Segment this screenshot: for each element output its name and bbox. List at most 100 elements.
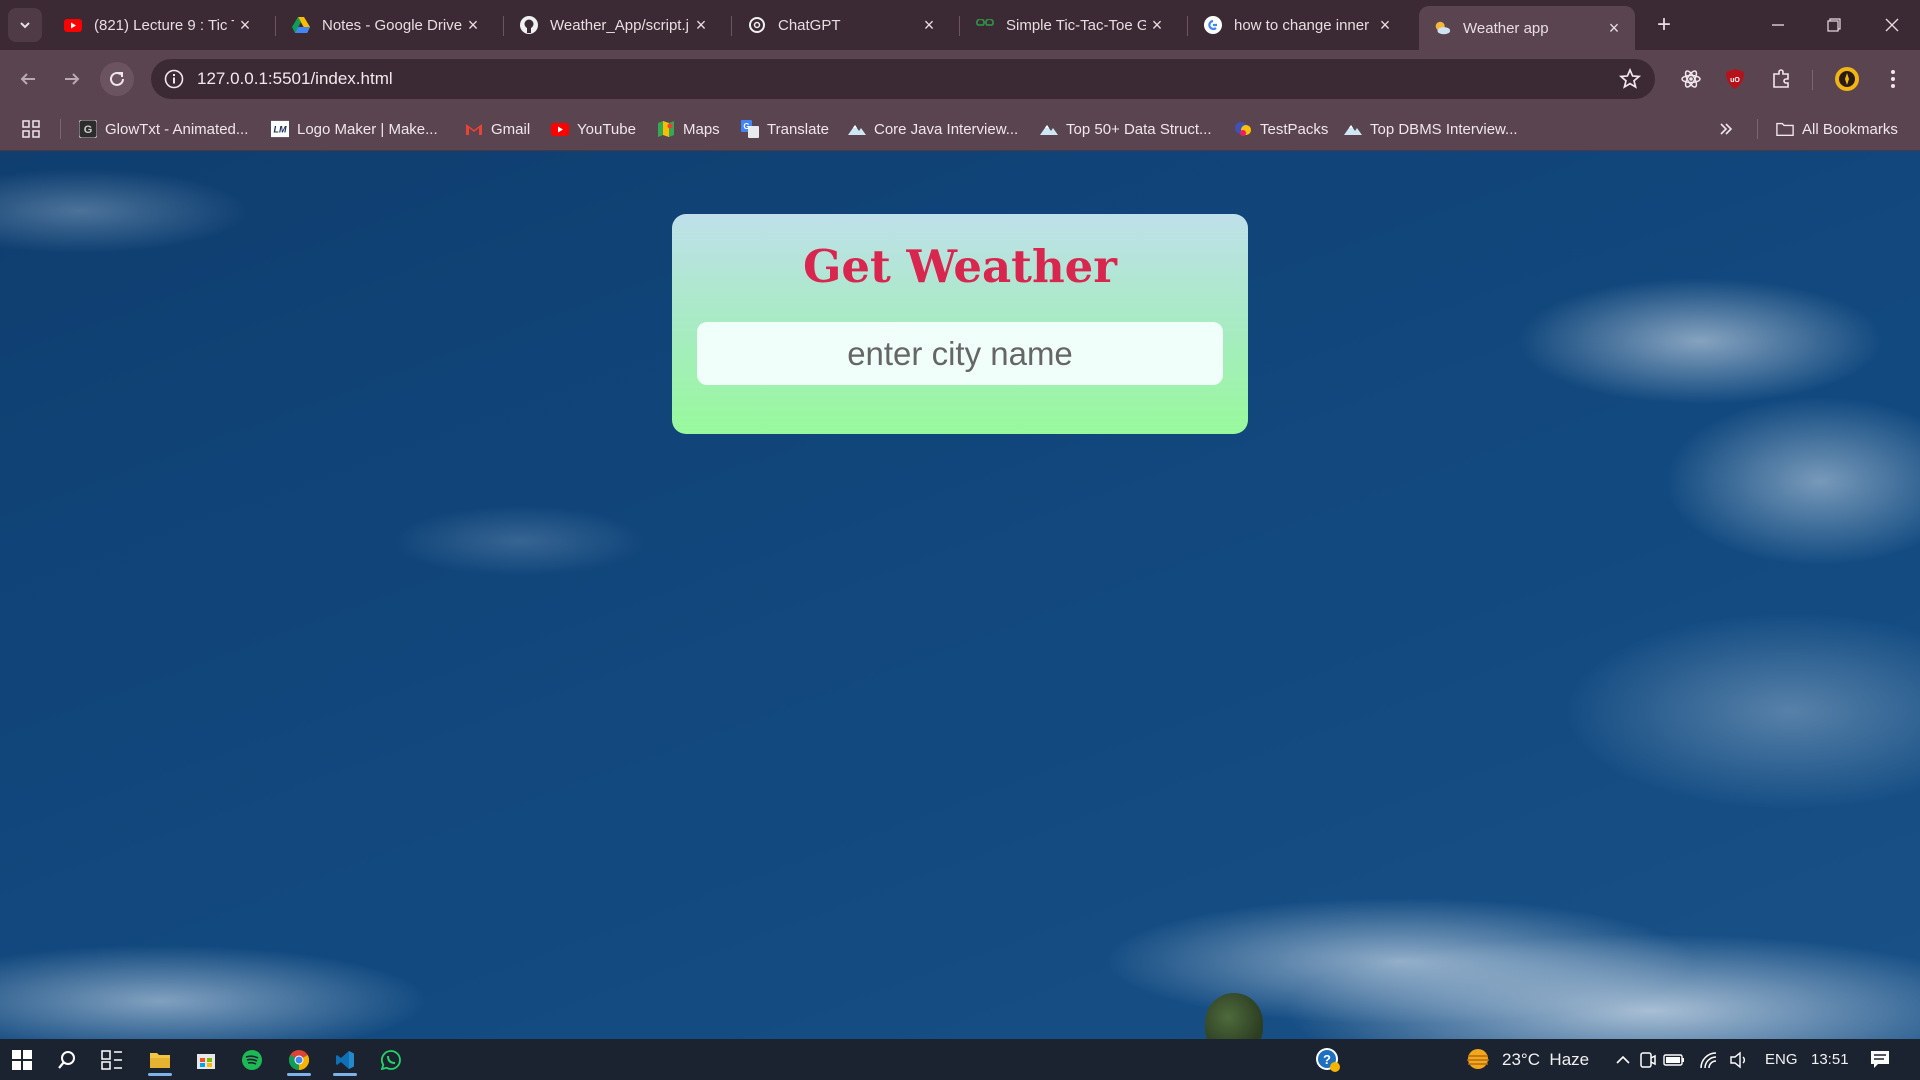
close-icon bbox=[1885, 18, 1899, 32]
tab-title: Simple Tic-Tac-Toe G bbox=[1006, 16, 1146, 34]
spotify-button[interactable] bbox=[234, 1043, 270, 1076]
bookmark-label: Logo Maker | Make... bbox=[297, 120, 438, 138]
forward-button[interactable] bbox=[55, 62, 89, 96]
close-tab-icon[interactable]: × bbox=[234, 14, 256, 36]
bookmark-maps[interactable]: Maps bbox=[657, 117, 720, 141]
bookmark-label: Gmail bbox=[491, 120, 531, 138]
wifi-icon bbox=[1700, 1051, 1717, 1068]
close-tab-icon[interactable]: × bbox=[1374, 14, 1396, 36]
more-bookmarks-button[interactable] bbox=[1718, 117, 1734, 141]
weather-card: Get Weather bbox=[672, 214, 1248, 434]
network-indicator[interactable] bbox=[1696, 1043, 1722, 1076]
notifications-button[interactable] bbox=[1862, 1043, 1898, 1076]
tab-chatgpt[interactable]: ChatGPT × bbox=[734, 8, 950, 42]
interviewbit-icon bbox=[1040, 120, 1058, 138]
toolbar-divider bbox=[1812, 70, 1813, 90]
close-tab-icon[interactable]: × bbox=[1603, 17, 1625, 39]
meet-now-button[interactable] bbox=[1634, 1043, 1660, 1076]
chrome-button[interactable] bbox=[281, 1043, 317, 1076]
bookmark-dbms[interactable]: Top DBMS Interview... bbox=[1344, 117, 1518, 141]
minimize-button[interactable] bbox=[1750, 0, 1806, 50]
site-info-icon[interactable] bbox=[163, 68, 185, 90]
page-title: Get Weather bbox=[802, 240, 1117, 293]
whatsapp-icon bbox=[381, 1049, 401, 1070]
bookmark-label: Maps bbox=[683, 120, 720, 138]
whatsapp-button[interactable] bbox=[373, 1043, 409, 1076]
address-bar[interactable]: 127.0.0.1:5501/index.html bbox=[151, 59, 1655, 99]
react-devtools-extension[interactable] bbox=[1676, 64, 1706, 94]
puzzle-icon bbox=[1773, 69, 1789, 88]
help-icon: ? bbox=[1316, 1047, 1340, 1072]
task-view-button[interactable] bbox=[94, 1043, 130, 1076]
bookmark-label: GlowTxt - Animated... bbox=[105, 120, 249, 138]
tab-geeksforgeeks[interactable]: Simple Tic-Tac-Toe G × bbox=[962, 8, 1178, 42]
close-tab-icon[interactable]: × bbox=[1146, 14, 1168, 36]
bookmark-translate[interactable]: G Translate bbox=[741, 117, 829, 141]
start-button[interactable] bbox=[4, 1043, 40, 1076]
spotify-icon bbox=[242, 1049, 262, 1070]
clock[interactable]: 13:51 bbox=[1811, 1039, 1849, 1080]
back-button[interactable] bbox=[11, 62, 45, 96]
task-view-icon bbox=[101, 1049, 122, 1070]
tab-divider bbox=[503, 16, 504, 36]
bookmark-glowtxt[interactable]: G GlowTxt - Animated... bbox=[79, 117, 248, 141]
weather-app-icon bbox=[1433, 19, 1451, 37]
bookmark-youtube[interactable]: YouTube bbox=[551, 117, 636, 141]
bookmark-star-icon[interactable] bbox=[1619, 68, 1641, 90]
file-explorer-button[interactable] bbox=[142, 1043, 178, 1076]
close-tab-icon[interactable]: × bbox=[462, 14, 484, 36]
reload-button[interactable] bbox=[100, 62, 134, 96]
tab-youtube-lecture[interactable]: (821) Lecture 9 : Tic T × bbox=[50, 8, 266, 42]
close-tab-icon[interactable]: × bbox=[918, 14, 940, 36]
close-window-button[interactable] bbox=[1864, 0, 1920, 50]
geeksforgeeks-icon bbox=[976, 16, 994, 34]
browser-toolbar: 127.0.0.1:5501/index.html uO bbox=[0, 50, 1920, 107]
battery-indicator[interactable] bbox=[1660, 1043, 1688, 1076]
all-bookmarks-button[interactable]: All Bookmarks bbox=[1776, 117, 1898, 141]
help-tray-button[interactable]: ? bbox=[1310, 1043, 1346, 1076]
tab-search-button[interactable] bbox=[8, 8, 42, 42]
more-vertical-icon bbox=[1891, 70, 1895, 88]
bookmark-logo-maker[interactable]: LM Logo Maker | Make... bbox=[271, 117, 438, 141]
tab-title: Weather_App/script.j bbox=[550, 16, 689, 34]
bookmark-gmail[interactable]: Gmail bbox=[465, 117, 530, 141]
tab-google-search[interactable]: how to change inner × bbox=[1190, 8, 1406, 42]
input-language[interactable]: ENG bbox=[1765, 1039, 1798, 1080]
taskbar-search-button[interactable] bbox=[49, 1043, 85, 1076]
ublock-extension[interactable]: uO bbox=[1720, 64, 1750, 94]
vscode-button[interactable] bbox=[327, 1043, 363, 1076]
weather-widget[interactable] bbox=[1460, 1043, 1496, 1076]
all-bookmarks-label: All Bookmarks bbox=[1802, 120, 1898, 138]
bookmark-data-structures[interactable]: Top 50+ Data Struct... bbox=[1040, 117, 1212, 141]
city-search-input[interactable] bbox=[697, 322, 1223, 385]
minimize-icon bbox=[1772, 24, 1784, 26]
bookmark-core-java[interactable]: Core Java Interview... bbox=[848, 117, 1018, 141]
testpacks-icon bbox=[1234, 120, 1252, 138]
windows-logo-icon bbox=[12, 1049, 32, 1070]
new-tab-button[interactable]: + bbox=[1651, 11, 1677, 38]
bookmark-label: Core Java Interview... bbox=[874, 120, 1019, 138]
chrome-icon bbox=[289, 1049, 309, 1070]
profile-avatar[interactable] bbox=[1832, 64, 1862, 94]
svg-text:G: G bbox=[84, 124, 93, 136]
svg-text:LM: LM bbox=[274, 125, 287, 135]
tab-weather-app[interactable]: Weather app × bbox=[1419, 6, 1635, 50]
volume-indicator[interactable] bbox=[1726, 1043, 1752, 1076]
bookmark-testpacks[interactable]: TestPacks bbox=[1234, 117, 1328, 141]
url-text[interactable]: 127.0.0.1:5501/index.html bbox=[197, 59, 393, 99]
tab-title: Weather app bbox=[1463, 19, 1549, 37]
browser-menu-button[interactable] bbox=[1878, 64, 1908, 94]
folder-icon bbox=[150, 1052, 170, 1068]
tab-google-drive[interactable]: Notes - Google Drive × bbox=[278, 8, 494, 42]
tab-divider bbox=[731, 16, 732, 36]
restore-button[interactable] bbox=[1806, 0, 1862, 50]
tab-github[interactable]: Weather_App/script.j × bbox=[506, 8, 722, 42]
tab-title: ChatGPT bbox=[778, 16, 841, 34]
apps-button[interactable] bbox=[22, 117, 40, 141]
extensions-button[interactable] bbox=[1766, 64, 1796, 94]
youtube-icon bbox=[551, 120, 569, 138]
bookmarks-bar: G GlowTxt - Animated... LM Logo Maker | … bbox=[0, 107, 1920, 151]
weather-temperature[interactable]: 23°C Haze bbox=[1502, 1039, 1589, 1080]
close-tab-icon[interactable]: × bbox=[690, 14, 712, 36]
microsoft-store-button[interactable] bbox=[188, 1043, 224, 1076]
